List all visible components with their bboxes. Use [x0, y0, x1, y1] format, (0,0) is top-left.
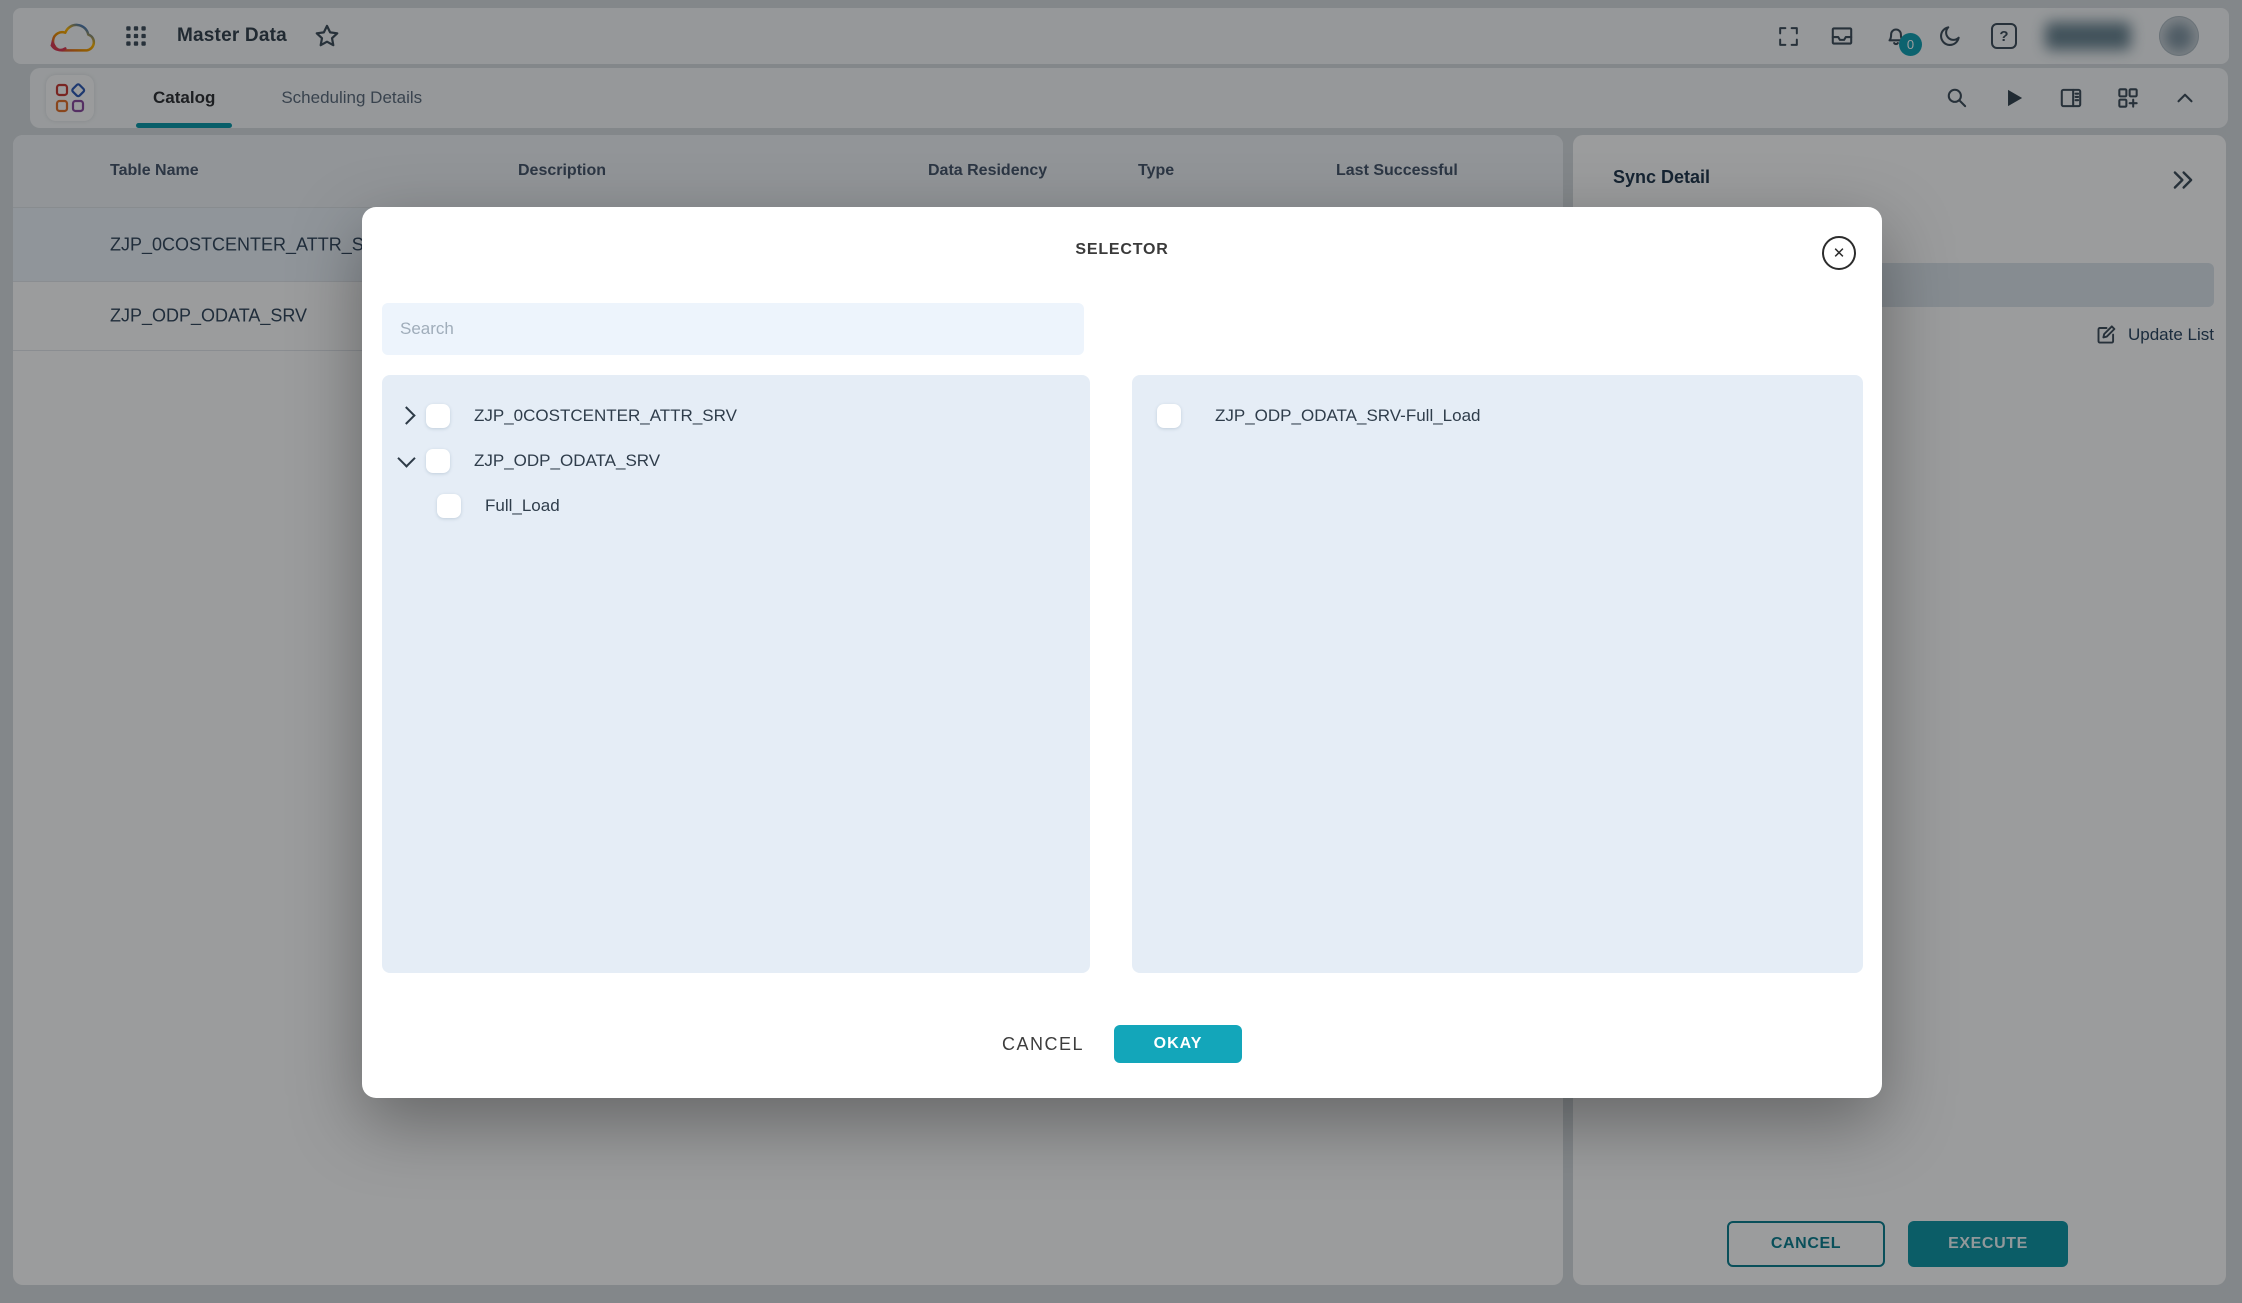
- app-screen: Master Data 0 ?: [0, 0, 2242, 1303]
- checkbox[interactable]: [1157, 404, 1181, 428]
- checkbox[interactable]: [426, 404, 450, 428]
- tree-item[interactable]: ZJP_ODP_ODATA_SRV: [382, 438, 1090, 483]
- selector-modal: SELECTOR ✕ ZJP_0COSTCENTER_ATTR_SRV ZJP_…: [362, 207, 1882, 1098]
- selected-items-panel: ZJP_ODP_ODATA_SRV-Full_Load: [1132, 375, 1863, 973]
- tree-item-label: ZJP_0COSTCENTER_ATTR_SRV: [474, 406, 737, 426]
- available-items-panel: ZJP_0COSTCENTER_ATTR_SRV ZJP_ODP_ODATA_S…: [382, 375, 1090, 973]
- tree-item-label: ZJP_ODP_ODATA_SRV: [474, 451, 660, 471]
- checkbox[interactable]: [437, 494, 461, 518]
- cancel-button[interactable]: CANCEL: [1002, 1034, 1084, 1055]
- modal-footer: CANCEL OKAY: [362, 1025, 1882, 1063]
- expand-chevron-right-icon[interactable]: [396, 409, 416, 422]
- checkbox[interactable]: [426, 449, 450, 473]
- selected-item[interactable]: ZJP_ODP_ODATA_SRV-Full_Load: [1132, 393, 1863, 438]
- close-icon[interactable]: ✕: [1822, 236, 1856, 270]
- tree-item[interactable]: ZJP_0COSTCENTER_ATTR_SRV: [382, 393, 1090, 438]
- collapse-chevron-down-icon[interactable]: [396, 457, 416, 465]
- modal-title: SELECTOR: [362, 241, 1882, 259]
- tree-child-item[interactable]: Full_Load: [382, 483, 1090, 528]
- search-input[interactable]: [382, 303, 1084, 355]
- okay-button[interactable]: OKAY: [1114, 1025, 1242, 1063]
- tree-item-label: Full_Load: [485, 496, 560, 516]
- selected-item-label: ZJP_ODP_ODATA_SRV-Full_Load: [1215, 406, 1481, 426]
